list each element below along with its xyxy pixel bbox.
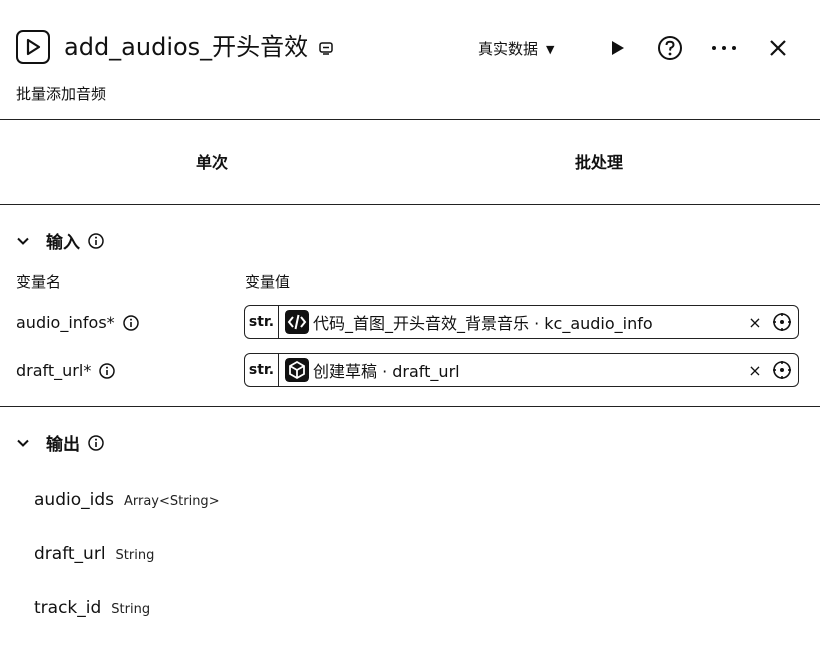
data-mode-dropdown[interactable]: 真实数据 ▼ [478, 38, 554, 61]
code-node-icon [285, 310, 309, 334]
caret-down-icon: ▼ [546, 43, 555, 56]
tab-batch[interactable]: 批处理 [575, 152, 623, 174]
reference-value: 代码_首图_开头音效_背景音乐 · kc_audio_info [313, 314, 653, 333]
help-button[interactable] [656, 34, 684, 62]
column-header-name: 变量名 [16, 273, 62, 291]
reference-value: 创建草稿 · draft_url [313, 362, 460, 381]
data-mode-label: 真实数据 [478, 40, 539, 58]
output-name: draft_url [34, 544, 106, 564]
info-icon[interactable] [88, 434, 104, 451]
close-button[interactable] [764, 34, 792, 62]
output-section-toggle[interactable]: 输出 [16, 430, 104, 455]
output-type: String [115, 548, 155, 563]
info-icon[interactable] [99, 363, 116, 379]
output-item: audio_ids Array<String> [34, 490, 220, 510]
input-section-title: 输入 [46, 233, 80, 253]
chevron-down-icon [17, 439, 29, 447]
output-item: draft_url String [34, 544, 154, 564]
clear-icon[interactable]: × [746, 361, 764, 380]
param-value-draft-url[interactable]: str. 创建草稿 · draft_url × [244, 353, 799, 387]
output-name: audio_ids [34, 490, 114, 510]
clear-icon[interactable]: × [746, 313, 764, 332]
output-item: track_id String [34, 598, 150, 618]
question-icon [658, 36, 682, 60]
node-description: 批量添加音频 [16, 85, 107, 103]
section-divider [0, 406, 820, 407]
param-name: audio_infos* [16, 313, 115, 332]
output-section-title: 输出 [46, 435, 80, 455]
target-picker-icon[interactable] [772, 360, 792, 380]
target-picker-icon[interactable] [772, 312, 792, 332]
type-tag: str. [245, 306, 279, 338]
info-icon[interactable] [88, 232, 104, 249]
param-label-audio-infos: audio_infos* [16, 312, 139, 334]
info-icon[interactable] [122, 315, 139, 331]
input-section-toggle[interactable]: 输入 [16, 228, 104, 253]
node-header: add_audios_开头音效 批量添加音频 真实数据 ▼ [0, 0, 820, 120]
node-title[interactable]: add_audios_开头音效 [64, 30, 308, 64]
param-label-draft-url: draft_url* [16, 360, 116, 382]
play-icon [612, 41, 624, 55]
param-value-audio-infos[interactable]: str. 代码_首图_开头音效_背景音乐 · kc_audio_info × [244, 305, 799, 339]
more-button[interactable] [710, 34, 738, 62]
tab-single[interactable]: 单次 [196, 152, 228, 174]
column-header-value: 变量值 [245, 273, 291, 291]
output-name: track_id [34, 598, 102, 618]
param-name: draft_url* [16, 361, 92, 380]
chevron-down-icon [17, 237, 29, 245]
close-icon [770, 40, 786, 56]
run-button[interactable] [603, 34, 631, 62]
mode-tabs: 单次 批处理 [0, 120, 820, 205]
type-tag: str. [245, 354, 279, 386]
audio-node-icon [16, 30, 50, 64]
output-type: String [111, 602, 151, 617]
output-type: Array<String> [123, 494, 220, 509]
plugin-badge-icon [319, 42, 333, 55]
more-dots-icon [712, 46, 736, 50]
plugin-node-icon [285, 358, 309, 382]
